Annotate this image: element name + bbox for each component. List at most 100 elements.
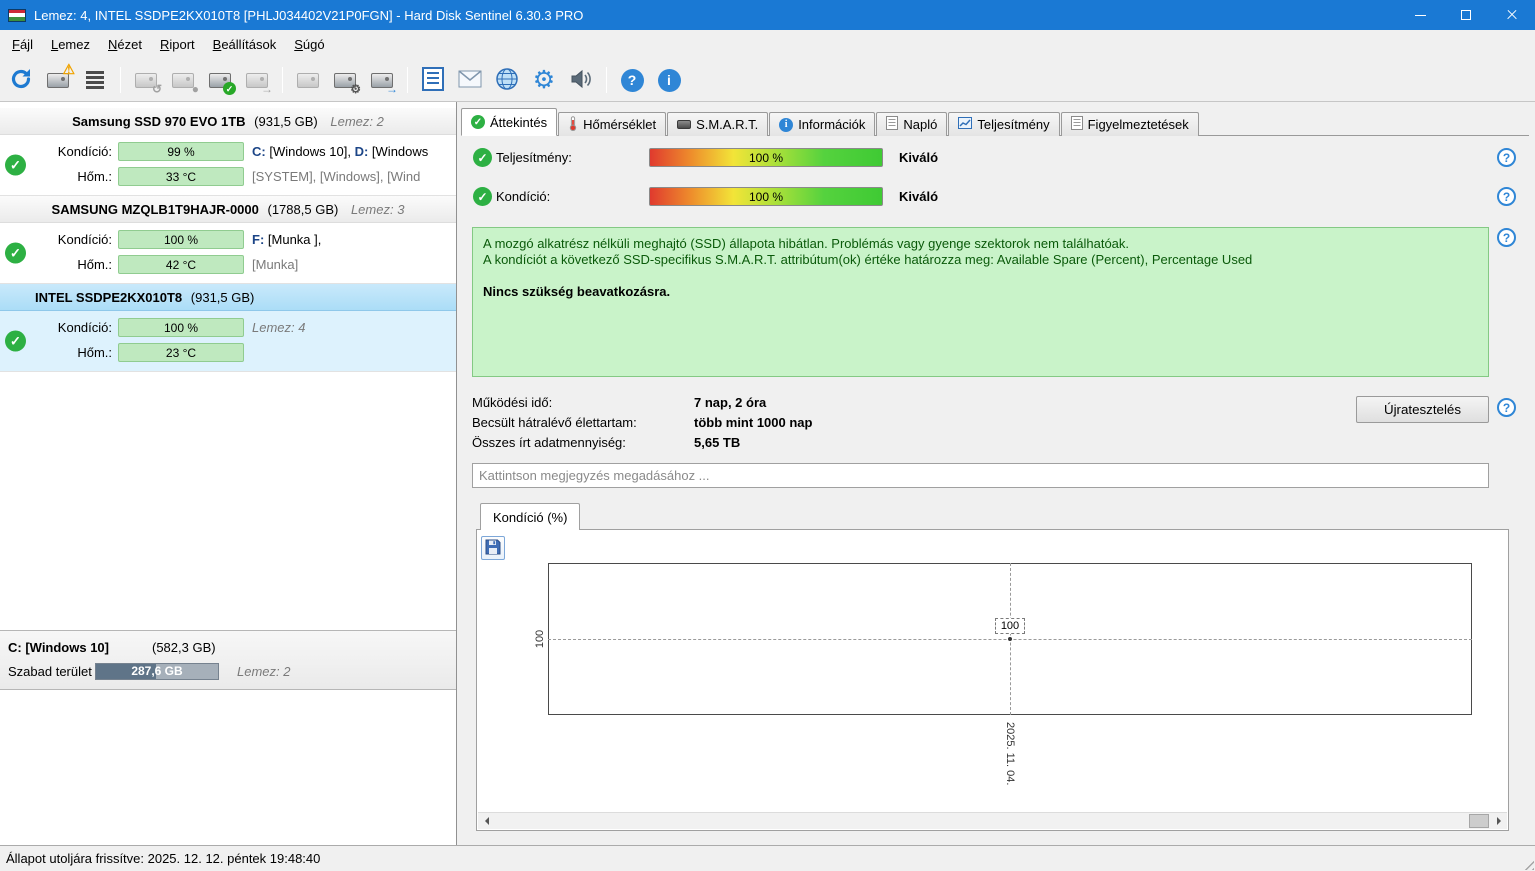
app-icon [8,8,26,22]
window-controls [1397,0,1535,30]
help-status-button[interactable]: ? [1497,228,1516,247]
help-button[interactable]: ? [617,65,647,95]
help-performance-button[interactable]: ? [1497,148,1516,167]
volume-size: (582,3 GB) [152,639,216,655]
scroll-thumb[interactable] [1469,814,1489,828]
toolbar: ⚠ ↺ ● ✓ → ⚙ → ⚙ ? i [0,59,1535,102]
speaker-icon [570,69,592,92]
disk-remove-button[interactable]: → [242,65,273,95]
power-on-time-value: 7 nap, 2 óra [694,395,767,410]
performance-row: ✓ Teljesítmény: 100 % Kiváló [457,147,1535,169]
tab-temperature[interactable]: Hőmérséklet [558,112,667,136]
chart-tab-condition[interactable]: Kondíció (%) [480,503,581,530]
close-button[interactable] [1489,0,1535,30]
disk-list-sidebar: Samsung SSD 970 EVO 1TB (931,5 GB) Lemez… [0,102,457,845]
condition-percent: 100 % [748,189,784,204]
help-retest-button[interactable]: ? [1497,398,1516,417]
disk-warning-button[interactable]: ⚠ [43,61,75,95]
statusbar: Állapot utoljára frissítve: 2025. 12. 12… [0,845,1535,871]
sound-button[interactable] [566,65,596,95]
disk-header: Samsung SSD 970 EVO 1TB (931,5 GB) Lemez… [0,108,456,135]
tab-information[interactable]: i Információk [769,112,876,136]
check-icon: ✓ [223,82,236,95]
network-button[interactable] [492,65,522,95]
report-button[interactable] [418,65,448,95]
free-space-bar: 287,6 GB [95,662,219,680]
main-area: Samsung SSD 970 EVO 1TB (931,5 GB) Lemez… [0,102,1535,845]
disk-number: Lemez: 4 [252,320,306,335]
help-condition-button[interactable]: ? [1497,187,1516,206]
close-icon [1506,9,1518,21]
minimize-button[interactable] [1397,0,1443,30]
free-space-label: Szabad terület [8,663,92,679]
tab-overview[interactable]: ✓ Áttekintés [461,108,558,136]
menu-view[interactable]: Nézet [99,32,151,57]
resize-grip[interactable] [1520,856,1534,870]
scroll-right-button[interactable] [1490,813,1507,829]
chart-icon [958,117,973,132]
disk-list-item-samsung-mzqlb[interactable]: SAMSUNG MZQLB1T9HAJR-0000 (1788,5 GB) Le… [0,196,456,284]
temperature-value: 23 °C [165,345,197,360]
settings-button[interactable]: ⚙ [529,65,559,95]
partition-list-secondary: [SYSTEM], [Windows], [Wind [252,169,421,184]
info-button[interactable]: i [654,65,684,95]
globe-icon [495,67,519,94]
tab-alerts[interactable]: Figyelmeztetések [1060,112,1199,136]
alerts-document-icon [1070,116,1083,133]
maximize-icon [1461,10,1471,20]
disk-undo-button[interactable]: ↺ [131,65,162,95]
disk-number: Lemez: 2 [330,114,384,129]
thermometer-icon [568,115,578,134]
condition-rating: Kiváló [899,189,939,204]
toolbar-separator [282,67,283,93]
volume-item-c[interactable]: C: [Windows 10] (582,3 GB) Szabad terüle… [0,630,456,690]
refresh-button[interactable] [6,65,36,95]
warning-icon: ⚠ [62,61,75,77]
comment-input[interactable] [472,463,1489,488]
disk-size: (931,5 GB) [190,290,255,305]
health-ok-icon: ✓ [5,242,26,264]
tab-log[interactable]: Napló [876,112,948,136]
tab-smart[interactable]: S.M.A.R.T. [667,112,769,136]
retest-button[interactable]: Újratesztelés [1356,396,1489,423]
disk-list-item-samsung-970evo[interactable]: Samsung SSD 970 EVO 1TB (931,5 GB) Lemez… [0,108,456,196]
document-icon [886,116,899,133]
disk-tools-button[interactable]: ⚙ [330,65,361,95]
email-button[interactable] [455,65,485,95]
menu-report[interactable]: Riport [151,32,204,57]
maximize-button[interactable] [1443,0,1489,30]
menu-disk[interactable]: Lemez [42,32,99,57]
save-chart-button[interactable] [481,536,505,560]
scroll-left-button[interactable] [478,813,495,829]
toolbar-separator [407,67,408,93]
menu-file[interactable]: Fájl [3,32,42,57]
window-title: Lemez: 4, INTEL SSDPE2KX010T8 [PHLJ03440… [34,7,584,23]
disk-name: INTEL SSDPE2KX010T8 [35,290,183,305]
performance-label: Teljesítmény: [496,150,572,165]
menu-help[interactable]: Súgó [285,32,333,57]
tab-info-icon: i [779,117,794,132]
tab-performance[interactable]: Teljesítmény [948,112,1060,136]
disk-export-button[interactable]: → [367,65,398,95]
menu-settings[interactable]: Beállítások [204,32,286,57]
save-icon [485,539,501,558]
surface-view-button[interactable] [80,65,110,95]
disk-list-item-intel-selected[interactable]: INTEL SSDPE2KX010T8 (931,5 GB) ✓ Kondíci… [0,284,456,372]
disk-accept-button[interactable]: ✓ [205,65,236,95]
disk-name: SAMSUNG MZQLB1T9HAJR-0000 [51,202,259,217]
chart-scrollbar[interactable] [478,812,1507,829]
drive-letter: D: [354,144,369,159]
disk-header: SAMSUNG MZQLB1T9HAJR-0000 (1788,5 GB) Le… [0,196,456,223]
disk-size: (931,5 GB) [254,114,318,129]
volume-name: C: [Windows 10] [8,639,109,655]
toolbar-separator [120,67,121,93]
disk-stop-button[interactable]: ● [168,65,199,95]
performance-percent: 100 % [748,150,784,165]
disk-plain-button[interactable] [293,65,323,95]
tab-overview-icon: ✓ [471,115,485,129]
drive-letter: C: [252,144,266,159]
disk-header: INTEL SSDPE2KX010T8 (931,5 GB) [0,284,456,311]
temperature-value: 42 °C [165,257,197,272]
status-text: Állapot utoljára frissítve: 2025. 12. 12… [6,851,321,866]
temperature-bar: 42 °C [118,255,244,274]
